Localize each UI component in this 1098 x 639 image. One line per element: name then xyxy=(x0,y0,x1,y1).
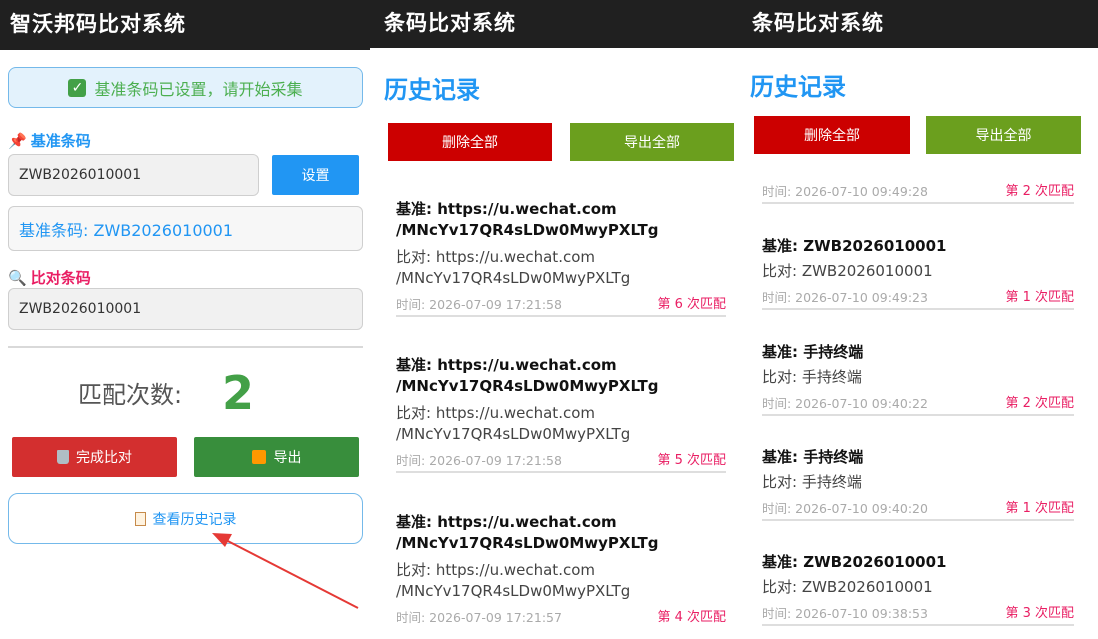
record-match-count: 第 6 次匹配 xyxy=(657,297,726,312)
record-divider xyxy=(762,414,1074,416)
record-compare: 比对: ZWB2026010001 xyxy=(762,262,933,280)
base-barcode-input[interactable]: ZWB2026010001 xyxy=(8,154,259,196)
record-divider xyxy=(396,315,726,317)
compare-barcode-label-text: 比对条码 xyxy=(30,269,91,287)
delete-all-button[interactable]: 删除全部 xyxy=(388,123,552,161)
record-compare: 比对: 手持终端 xyxy=(762,473,862,491)
record-base: 基准: ZWB2026010001 xyxy=(762,237,947,255)
app-bar: 智沃邦码比对系统 xyxy=(0,0,370,50)
history-record: 基准: https://u.wechat.com/MNcYv17QR4sLDw0… xyxy=(396,355,726,473)
match-count-label: 匹配次数: xyxy=(78,381,183,409)
record-meta: 时间: 2026-07-10 09:49:28 第 2 次匹配 xyxy=(762,178,1074,200)
status-text: 基准条码已设置，请开始采集 xyxy=(94,79,303,99)
record-base: 基准: ZWB2026010001 xyxy=(762,553,947,571)
app-bar: 条码比对系统 xyxy=(746,0,1098,48)
record-compare: 比对: https://u.wechat.com/MNcYv17QR4sLDw0… xyxy=(396,248,631,287)
record-match-count: 第 2 次匹配 xyxy=(1005,184,1074,199)
record-divider xyxy=(762,308,1074,310)
history-record-partial: 时间: 2026-07-10 09:49:28 第 2 次匹配 xyxy=(762,178,1074,204)
compare-barcode-input-value: ZWB2026010001 xyxy=(19,301,142,317)
history-heading: 历史记录 xyxy=(384,76,480,104)
record-base: 基准: https://u.wechat.com/MNcYv17QR4sLDw0… xyxy=(396,356,659,395)
divider xyxy=(8,346,363,348)
record-match-count: 第 2 次匹配 xyxy=(1005,396,1074,411)
history-heading: 历史记录 xyxy=(750,73,846,101)
export-all-button[interactable]: 导出全部 xyxy=(570,123,734,161)
record-compare: 比对: 手持终端 xyxy=(762,368,862,386)
trash-icon xyxy=(57,450,69,464)
set-button[interactable]: 设置 xyxy=(272,155,359,195)
base-barcode-display-text: 基准条码: ZWB2026010001 xyxy=(19,220,234,240)
record-divider xyxy=(762,202,1074,204)
base-barcode-display: 基准条码: ZWB2026010001 xyxy=(8,206,363,251)
history-screen-1: 条码比对系统 历史记录 删除全部 导出全部 基准: https://u.wech… xyxy=(370,0,746,639)
record-compare: 比对: ZWB2026010001 xyxy=(762,578,933,596)
app-title: 条码比对系统 xyxy=(752,11,884,35)
record-match-count: 第 5 次匹配 xyxy=(657,453,726,468)
record-time: 时间: 2026-07-10 09:40:22 xyxy=(762,396,928,411)
export-button[interactable]: 导出 xyxy=(194,437,359,477)
record-time: 时间: 2026-07-10 09:38:53 xyxy=(762,606,928,621)
record-meta: 时间: 2026-07-09 17:21:58 第 5 次匹配 xyxy=(396,447,726,469)
record-base: 基准: 手持终端 xyxy=(762,343,864,361)
annotation-arrow xyxy=(212,533,359,609)
clipboard-icon xyxy=(134,511,146,526)
record-time: 时间: 2026-07-10 09:40:20 xyxy=(762,501,928,516)
magnifier-icon: 🔍 xyxy=(8,268,27,287)
record-match-count: 第 3 次匹配 xyxy=(1005,606,1074,621)
record-match-count: 第 4 次匹配 xyxy=(657,610,726,625)
record-time: 时间: 2026-07-10 09:49:23 xyxy=(762,290,928,305)
history-record: 基准: 手持终端 比对: 手持终端 时间: 2026-07-10 09:40:2… xyxy=(762,447,1074,521)
compare-barcode-input[interactable]: ZWB2026010001 xyxy=(8,288,363,330)
record-divider xyxy=(762,519,1074,521)
record-compare: 比对: https://u.wechat.com/MNcYv17QR4sLDw0… xyxy=(396,404,631,443)
record-meta: 时间: 2026-07-09 17:21:57 第 4 次匹配 xyxy=(396,604,726,626)
export-icon xyxy=(251,450,266,464)
pushpin-icon: 📌 xyxy=(8,131,27,150)
finish-compare-label: 完成比对 xyxy=(76,450,132,466)
record-time: 时间: 2026-07-10 09:49:28 xyxy=(762,184,928,199)
record-divider xyxy=(396,471,726,473)
record-base: 基准: https://u.wechat.com/MNcYv17QR4sLDw0… xyxy=(396,513,659,552)
record-base: 基准: https://u.wechat.com/MNcYv17QR4sLDw0… xyxy=(396,200,659,239)
record-compare: 比对: https://u.wechat.com/MNcYv17QR4sLDw0… xyxy=(396,561,631,600)
status-banner: ✓ 基准条码已设置，请开始采集 xyxy=(8,67,363,108)
history-record: 基准: https://u.wechat.com/MNcYv17QR4sLDw0… xyxy=(396,512,726,626)
record-time: 时间: 2026-07-09 17:21:58 xyxy=(396,453,562,468)
base-barcode-label-text: 基准条码 xyxy=(30,132,91,150)
record-match-count: 第 1 次匹配 xyxy=(1005,501,1074,516)
compare-barcode-label: 🔍 比对条码 xyxy=(8,267,91,288)
delete-all-button[interactable]: 删除全部 xyxy=(754,116,910,154)
match-count-value: 2 xyxy=(222,366,255,420)
history-record: 基准: https://u.wechat.com/MNcYv17QR4sLDw0… xyxy=(396,199,726,317)
record-match-count: 第 1 次匹配 xyxy=(1005,290,1074,305)
record-base: 基准: 手持终端 xyxy=(762,448,864,466)
main-screen: 智沃邦码比对系统 ✓ 基准条码已设置，请开始采集 📌 基准条码 ZWB20260… xyxy=(0,0,370,639)
history-screen-2: 条码比对系统 历史记录 删除全部 导出全部 时间: 2026-07-10 09:… xyxy=(746,0,1098,639)
record-divider xyxy=(762,624,1074,626)
record-meta: 时间: 2026-07-10 09:40:20 第 1 次匹配 xyxy=(762,495,1074,517)
app-title: 智沃邦码比对系统 xyxy=(10,12,186,36)
record-time: 时间: 2026-07-09 17:21:57 xyxy=(396,610,562,625)
record-meta: 时间: 2026-07-10 09:38:53 第 3 次匹配 xyxy=(762,600,1074,622)
check-icon: ✓ xyxy=(68,78,87,97)
history-record: 基准: 手持终端 比对: 手持终端 时间: 2026-07-10 09:40:2… xyxy=(762,342,1074,416)
record-meta: 时间: 2026-07-10 09:40:22 第 2 次匹配 xyxy=(762,390,1074,412)
finish-compare-button[interactable]: 完成比对 xyxy=(12,437,177,477)
base-barcode-label: 📌 基准条码 xyxy=(8,130,91,151)
base-barcode-input-value: ZWB2026010001 xyxy=(19,167,142,183)
record-meta: 时间: 2026-07-09 17:21:58 第 6 次匹配 xyxy=(396,291,726,313)
export-all-button[interactable]: 导出全部 xyxy=(926,116,1081,154)
export-label: 导出 xyxy=(273,450,302,466)
app-bar: 条码比对系统 xyxy=(370,0,746,48)
history-record: 基准: ZWB2026010001 比对: ZWB2026010001 时间: … xyxy=(762,552,1074,626)
record-time: 时间: 2026-07-09 17:21:58 xyxy=(396,297,562,312)
history-record: 基准: ZWB2026010001 比对: ZWB2026010001 时间: … xyxy=(762,236,1074,310)
app-title: 条码比对系统 xyxy=(384,11,516,35)
record-meta: 时间: 2026-07-10 09:49:23 第 1 次匹配 xyxy=(762,284,1074,306)
